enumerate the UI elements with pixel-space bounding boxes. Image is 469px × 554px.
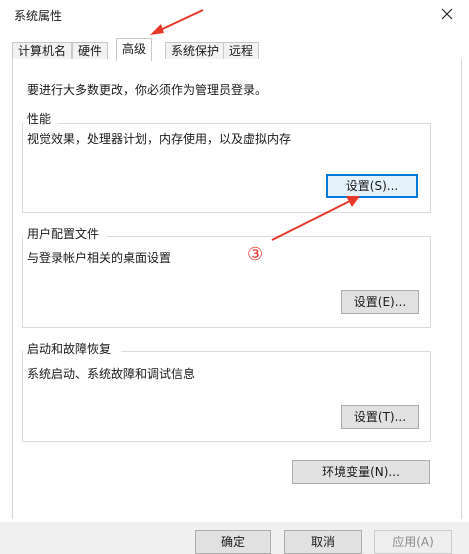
environment-variables-button[interactable]: 环境变量(N)... [292,460,430,484]
tab-system-protection[interactable]: 系统保护 [165,42,226,60]
admin-note: 要进行大多数更改，你必须作为管理员登录。 [27,83,268,97]
performance-settings-button[interactable]: 设置(S)... [326,174,418,198]
step-number-label: ③ [247,244,264,265]
profiles-settings-button[interactable]: 设置(E)... [341,290,419,314]
tab-computer-name[interactable]: 计算机名 [12,42,73,60]
performance-desc: 视觉效果，处理器计划，内存使用，以及虚拟内存 [27,132,292,146]
startup-settings-button[interactable]: 设置(T)... [341,405,419,429]
tab-bar: 计算机名 硬件 高级 系统保护 远程 [12,38,462,61]
startup-title: 启动和故障恢复 [27,340,116,357]
tab-hardware[interactable]: 硬件 [72,42,109,60]
ok-button[interactable]: 确定 [195,530,271,554]
apply-button[interactable]: 应用(A) [374,530,452,554]
profiles-title: 用户配置文件 [27,225,104,242]
cancel-button[interactable]: 取消 [284,530,362,554]
window-title: 系统属性 [14,9,63,23]
profiles-desc: 与登录帐户相关的桌面设置 [27,251,172,265]
startup-desc: 系统启动、系统故障和调试信息 [27,367,196,381]
title-bar: 系统属性 [0,0,469,30]
tab-remote[interactable]: 远程 [223,42,260,60]
performance-title: 性能 [27,110,56,127]
close-icon[interactable] [436,3,458,25]
tab-advanced[interactable]: 高级 [116,38,153,61]
